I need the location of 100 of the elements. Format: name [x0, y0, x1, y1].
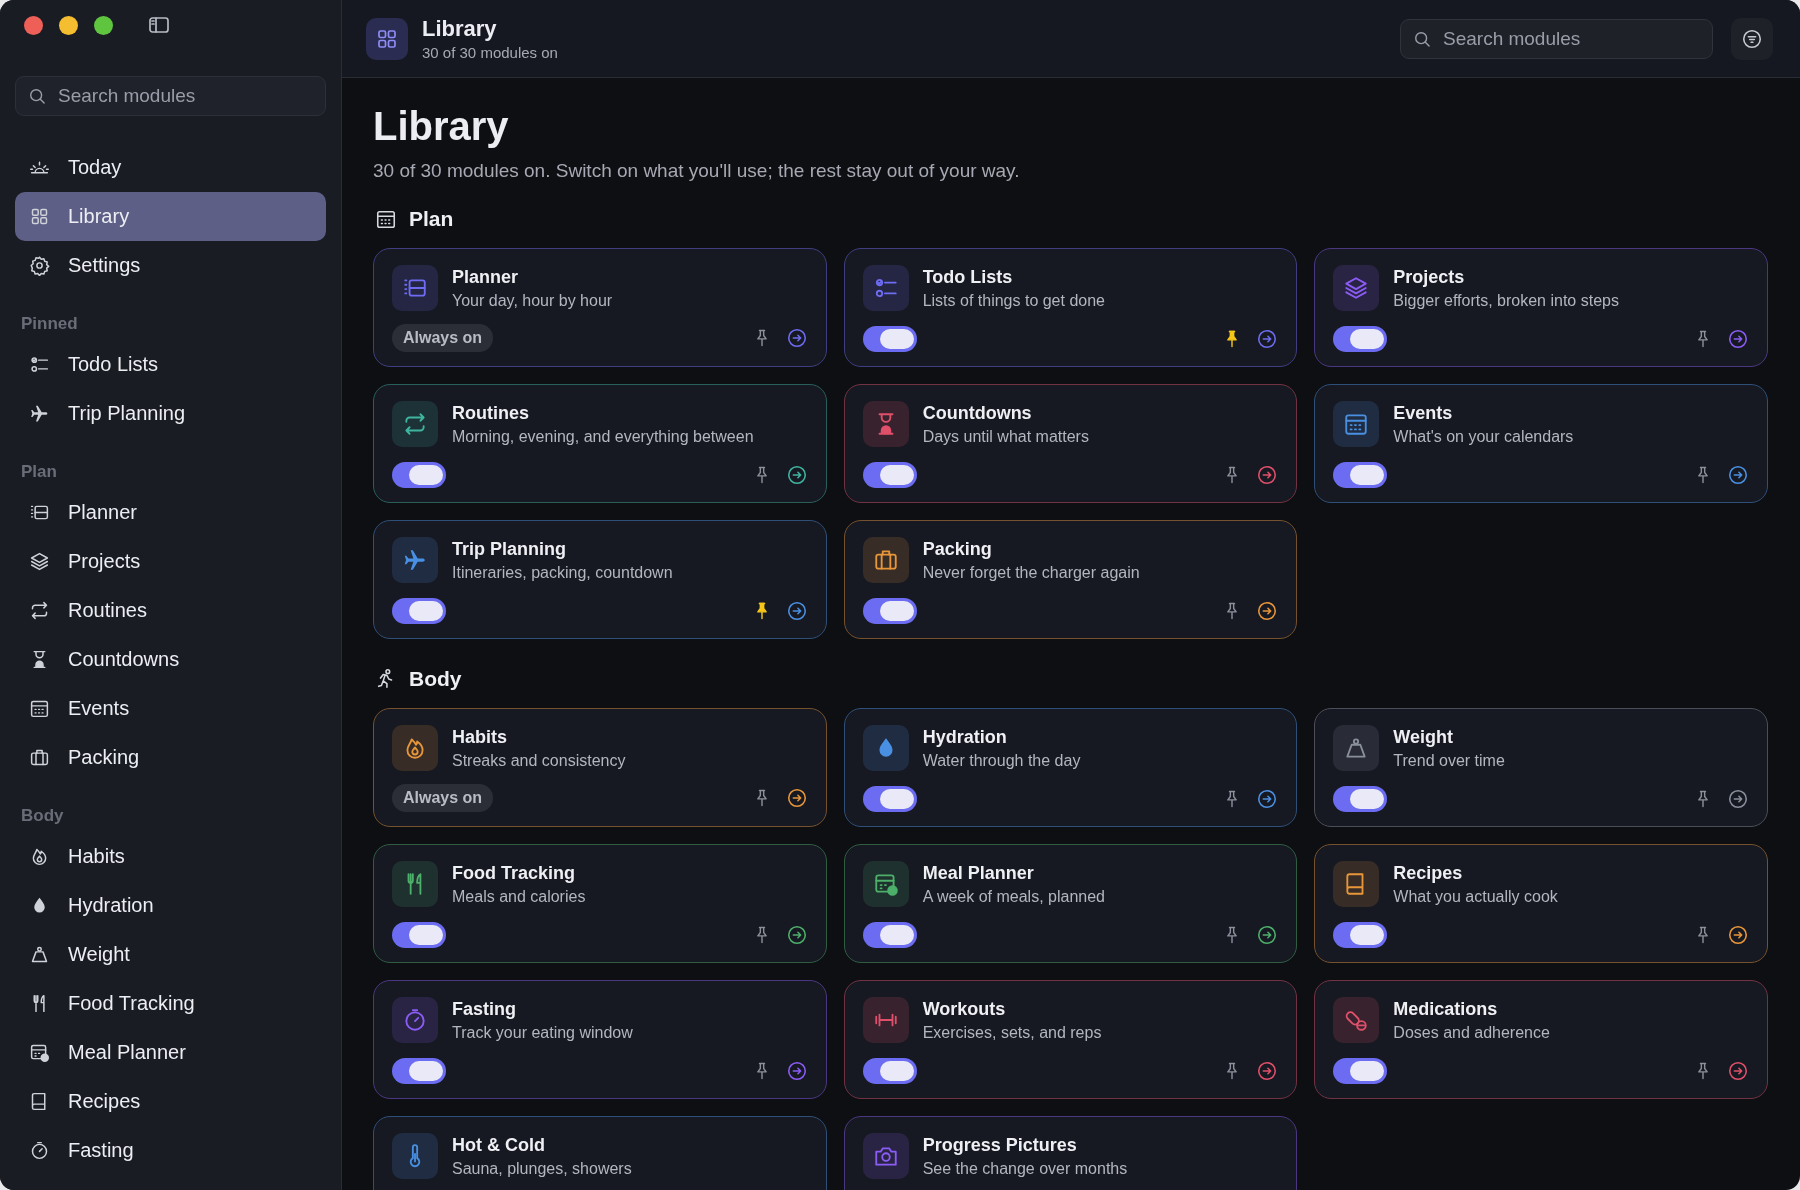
module-card[interactable]: Food Tracking Meals and calories — [373, 844, 827, 963]
toggle-switch[interactable] — [1333, 462, 1388, 488]
sidebar-item[interactable]: Trip Planning — [15, 389, 326, 438]
arrow-circle-icon[interactable] — [785, 600, 808, 622]
toggle-switch[interactable] — [1333, 1058, 1388, 1084]
arrow-circle-icon[interactable] — [1727, 1060, 1749, 1082]
sidebar-item[interactable]: Hydration — [15, 881, 326, 930]
module-subtitle: Doses and adherence — [1393, 1024, 1550, 1042]
module-subtitle: Never forget the charger again — [922, 564, 1140, 582]
search-field[interactable]: Search modules — [15, 76, 326, 116]
arrow-circle-icon[interactable] — [1256, 788, 1279, 810]
sidebar-item[interactable]: Planner — [15, 488, 326, 537]
module-title: Progress Pictures — [922, 1135, 1078, 1156]
toggle-switch[interactable] — [1333, 786, 1388, 812]
arrow-circle-icon[interactable] — [1256, 1060, 1279, 1082]
module-title: Trip Planning — [452, 539, 567, 560]
arrow-circle-icon[interactable] — [1256, 328, 1279, 350]
toggle-switch[interactable] — [862, 1058, 917, 1084]
toggle-switch[interactable] — [862, 462, 917, 488]
module-card[interactable]: Workouts Exercises, sets, and reps — [843, 980, 1298, 1099]
module-subtitle: Lists of things to get done — [922, 292, 1105, 310]
header-title: Library — [422, 16, 498, 42]
arrow-circle-icon[interactable] — [1727, 328, 1749, 350]
toggle-switch[interactable] — [1333, 922, 1388, 948]
toggle-switch[interactable] — [862, 598, 917, 624]
status-badge: Always on — [392, 324, 494, 352]
sidebar-item[interactable]: Today — [15, 143, 326, 192]
arrow-circle-icon[interactable] — [785, 787, 808, 809]
sidebar-item[interactable]: Library — [15, 192, 326, 241]
arrow-circle-icon[interactable] — [785, 1060, 808, 1082]
weight-icon — [29, 944, 50, 965]
section-label: Body — [20, 805, 65, 827]
module-card[interactable]: Packing Never forget the charger again — [843, 520, 1298, 639]
module-card[interactable]: Routines Morning, evening, and everything between — [373, 384, 827, 503]
toggle-switch[interactable] — [392, 598, 446, 624]
toggle-switch[interactable] — [392, 922, 446, 948]
repeat-icon — [29, 600, 50, 621]
settings-icon — [29, 255, 50, 276]
module-card[interactable]: Progress Pictures See the change over months — [843, 1116, 1298, 1190]
module-title: Habits — [452, 727, 508, 748]
sidebar-item[interactable]: Routines — [15, 586, 326, 635]
module-card[interactable]: Planner Your day, hour by hour Always on — [373, 248, 827, 367]
grid-icon — [366, 17, 408, 60]
module-subtitle: Track your eating window — [452, 1024, 633, 1042]
toggle-switch[interactable] — [392, 462, 446, 488]
module-subtitle: Meals and calories — [452, 888, 586, 906]
arrow-circle-icon[interactable] — [1256, 924, 1279, 946]
sidebar-item[interactable]: Weight — [15, 930, 326, 979]
sidebar-item[interactable]: Meal Planner — [15, 1028, 326, 1077]
sidebar-item[interactable]: Fasting — [15, 1126, 326, 1175]
sidebar-item[interactable]: Food Tracking — [15, 979, 326, 1028]
arrow-circle-icon[interactable] — [785, 924, 808, 946]
module-subtitle: Bigger efforts, broken into steps — [1393, 292, 1619, 310]
module-card[interactable]: Countdowns Days until what matters — [843, 384, 1298, 503]
module-card[interactable]: Fasting Track your eating window — [373, 980, 827, 1099]
module-title: Countdowns — [922, 403, 1033, 424]
sidebar-item[interactable]: Projects — [15, 537, 326, 586]
calendar-icon — [375, 208, 397, 230]
sidebar-item[interactable]: Recipes — [15, 1077, 326, 1126]
minimize-button[interactable] — [59, 15, 78, 35]
close-button[interactable] — [24, 15, 43, 35]
arrow-circle-icon[interactable] — [785, 464, 808, 486]
toggle-switch[interactable] — [1333, 326, 1388, 352]
arrow-circle-icon[interactable] — [1727, 788, 1749, 810]
module-card[interactable]: Todo Lists Lists of things to get done — [843, 248, 1298, 367]
filter-button[interactable] — [1731, 17, 1773, 60]
sidebar-item[interactable]: Habits — [15, 832, 326, 881]
module-card[interactable]: Hot & Cold Sauna, plunges, showers — [373, 1116, 827, 1190]
sidebar-item[interactable]: Events — [15, 684, 326, 733]
arrow-circle-icon[interactable] — [1256, 600, 1279, 622]
module-title: Meal Planner — [922, 863, 1035, 884]
sidebar-item[interactable]: Packing — [15, 733, 326, 782]
arrow-circle-icon[interactable] — [1727, 924, 1749, 946]
module-card[interactable]: Meal Planner A week of meals, planned — [843, 844, 1298, 963]
sidebar-item[interactable]: Settings — [15, 241, 326, 290]
module-subtitle: Trend over time — [1393, 752, 1505, 770]
zoom-button[interactable] — [94, 15, 113, 35]
airplane-icon — [29, 403, 50, 424]
module-subtitle: Days until what matters — [922, 428, 1089, 446]
timer-icon — [29, 1140, 50, 1161]
module-title: Recipes — [1393, 863, 1464, 884]
search-field[interactable]: Search modules — [1400, 18, 1713, 59]
module-card[interactable]: Recipes What you actually cook — [1314, 844, 1768, 963]
sidebar-item[interactable]: Todo Lists — [15, 340, 326, 389]
toggle-switch[interactable] — [862, 786, 917, 812]
module-card[interactable]: Events What's on your calendars — [1314, 384, 1768, 503]
module-card[interactable]: Projects Bigger efforts, broken into steps — [1314, 248, 1768, 367]
module-card[interactable]: Weight Trend over time — [1314, 708, 1768, 827]
module-subtitle: Morning, evening, and everything between — [452, 428, 754, 446]
arrow-circle-icon[interactable] — [1727, 464, 1749, 486]
toggle-switch[interactable] — [392, 1058, 446, 1084]
sidebar-item[interactable]: Countdowns — [15, 635, 326, 684]
toggle-switch[interactable] — [862, 326, 917, 352]
arrow-circle-icon[interactable] — [785, 327, 808, 349]
module-card[interactable]: Medications Doses and adherence — [1314, 980, 1768, 1099]
arrow-circle-icon[interactable] — [1256, 464, 1279, 486]
module-card[interactable]: Habits Streaks and consistency Always on — [373, 708, 827, 827]
toggle-switch[interactable] — [862, 922, 917, 948]
module-card[interactable]: Hydration Water through the day — [843, 708, 1298, 827]
module-card[interactable]: Trip Planning Itineraries, packing, countdown — [373, 520, 827, 639]
